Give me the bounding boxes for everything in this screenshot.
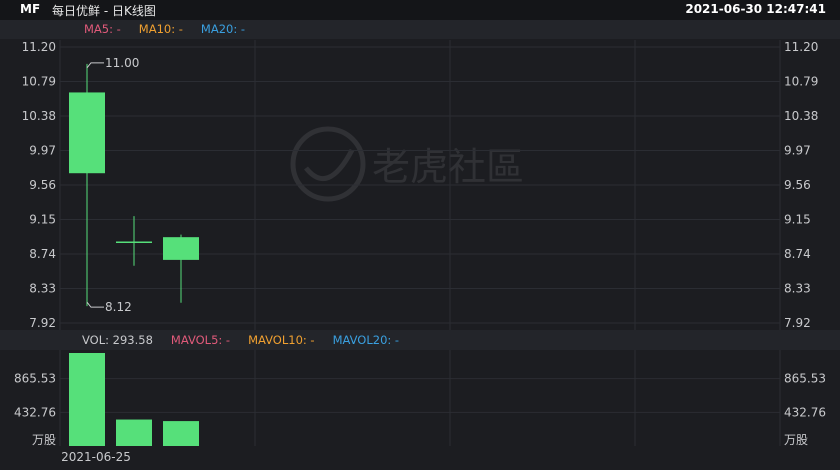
- watermark-logo-icon: [290, 126, 366, 202]
- high-annotation: 11.00: [105, 56, 139, 70]
- y-tick-left: 9.15: [29, 213, 56, 227]
- low-annotation: 8.12: [105, 300, 132, 314]
- y-tick-left: 8.33: [29, 282, 56, 296]
- volume-bar: [69, 353, 105, 446]
- candle-body: [69, 92, 105, 174]
- y-tick-left: 7.92: [29, 316, 56, 330]
- y-tick-right: 8.74: [784, 247, 811, 261]
- watermark: 老虎社區: [290, 126, 524, 202]
- high-annotation-leader: [86, 62, 104, 69]
- y-tick-left: 10.79: [22, 75, 56, 89]
- volume-unit-right: 万股: [784, 433, 808, 447]
- y-tick-right: 10.38: [784, 109, 818, 123]
- y-tick-left: 8.74: [29, 247, 56, 261]
- watermark-logo-mark: [304, 148, 355, 181]
- x-tick-label: 2021-06-25: [61, 450, 131, 464]
- y-tick-right: 9.97: [784, 144, 811, 158]
- candle-body: [163, 237, 199, 260]
- volume-y-tick-right: 865.53: [784, 372, 826, 386]
- y-tick-left: 9.97: [29, 144, 56, 158]
- volume-bar: [163, 421, 199, 446]
- volume-y-tick-right: 432.76: [784, 405, 826, 419]
- kline-chart[interactable]: 老虎社區 11.20 11.20 10.79 10.79 10.38 10.38 9.97 9.…: [0, 0, 840, 470]
- volume-unit-left: 万股: [32, 433, 56, 447]
- y-tick-right: 10.79: [784, 75, 818, 89]
- y-tick-right: 9.56: [784, 178, 811, 192]
- volume-y-tick-left: 865.53: [14, 372, 56, 386]
- y-tick-right: 8.33: [784, 282, 811, 296]
- y-tick-right: 7.92: [784, 316, 811, 330]
- watermark-text: 老虎社區: [372, 145, 524, 189]
- volume-y-tick-left: 432.76: [14, 405, 56, 419]
- y-tick-left: 10.38: [22, 109, 56, 123]
- y-tick-left: 11.20: [22, 40, 56, 54]
- y-tick-right: 11.20: [784, 40, 818, 54]
- volume-bar: [116, 419, 152, 446]
- low-annotation-leader: [86, 301, 104, 308]
- y-tick-right: 9.15: [784, 213, 811, 227]
- y-tick-left: 9.56: [29, 178, 56, 192]
